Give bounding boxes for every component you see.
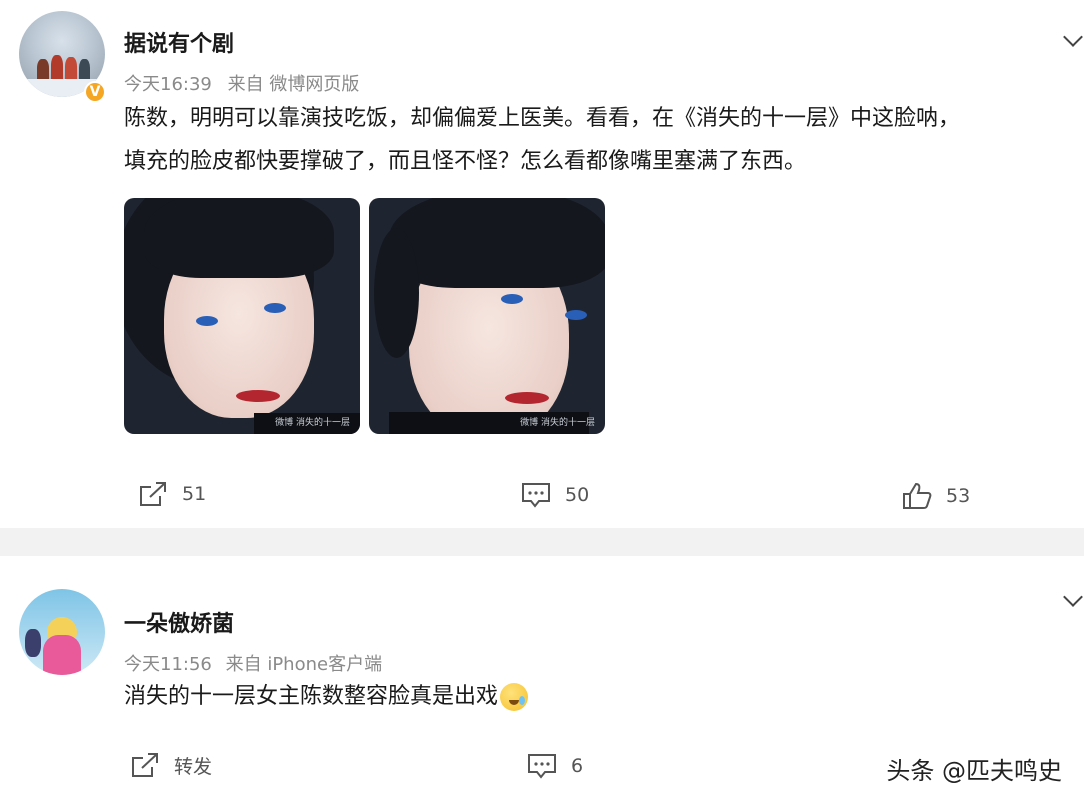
post-content: 陈数，明明可以靠演技吃饭，却偏偏爱上医美。看看，在《消失的十一层》中这脸呐， 填… [124,97,960,183]
comment-button[interactable]: 6 [527,753,583,779]
repost-icon [140,482,166,506]
comment-icon [528,754,556,779]
post-image-2[interactable]: 微博 消失的十一层 [369,198,605,434]
weibo-post-1: V 据说有个剧 今天16:39 来自 微博网页版 陈数，明明可以靠演技吃饭，却偏… [0,0,1084,528]
like-count: 53 [946,485,971,507]
image-eye [565,310,587,320]
chevron-down-icon[interactable] [1063,27,1083,47]
repost-count: 51 [182,483,207,505]
repost-label: 转发 [174,755,213,778]
post-content-line: 陈数，明明可以靠演技吃饭，却偏偏爱上医美。看看，在《消失的十一层》中这脸呐， [124,106,961,131]
post-meta: 今天16:39 来自 微博网页版 [124,70,359,96]
post-content-text: 消失的十一层女主陈数整容脸真是出戏 [124,684,499,709]
image-hair [389,198,605,288]
chevron-down-icon[interactable] [1063,587,1083,607]
avatar-cat [25,629,41,657]
image-eye [264,303,286,313]
image-eye [501,294,523,304]
username[interactable]: 一朵傲娇菌 [124,606,234,638]
post-content: 消失的十一层女主陈数整容脸真是出戏 [124,675,529,718]
post-time[interactable]: 今天11:56 [124,654,212,675]
image-lips [505,392,549,404]
image-hair [374,228,419,358]
post-image-1[interactable]: 微博 消失的十一层 [124,198,360,434]
image-lips [236,390,280,402]
post-time[interactable]: 今天16:39 [124,74,212,95]
verified-badge-icon: V [84,81,106,103]
repost-button[interactable]: 转发 [130,751,212,779]
image-hair [144,198,334,278]
avatar-figure [65,57,77,81]
comment-count: 50 [565,484,590,506]
avatar[interactable] [19,589,105,675]
avatar-figure [37,59,49,81]
avatar-figure [51,55,63,81]
repost-button[interactable]: 51 [138,480,206,508]
image-watermark: 微博 消失的十一层 [520,418,595,428]
like-button[interactable]: 53 [902,482,970,510]
post-content-line: 填充的脸皮都快要撑破了，而且怪不怪？怎么看都像嘴里塞满了东西。 [124,149,807,174]
comment-count: 6 [571,755,584,777]
comment-button[interactable]: 50 [521,482,589,508]
username[interactable]: 据说有个剧 [124,26,234,58]
avatar-body [43,635,81,675]
site-watermark: 头条 @匹夫鸣史 [886,757,1062,785]
post-source: 来自 iPhone客户端 [225,654,383,675]
tears-emoji-icon [500,683,529,711]
repost-icon [132,753,158,777]
avatar-figure [79,59,90,81]
like-icon [903,482,932,509]
post-meta: 今天11:56 来自 iPhone客户端 [124,650,382,676]
image-eye [196,316,218,326]
comment-icon [522,483,550,508]
post-divider [0,528,1084,556]
image-watermark: 微博 消失的十一层 [275,418,350,428]
post-source: 来自 微博网页版 [227,74,360,95]
